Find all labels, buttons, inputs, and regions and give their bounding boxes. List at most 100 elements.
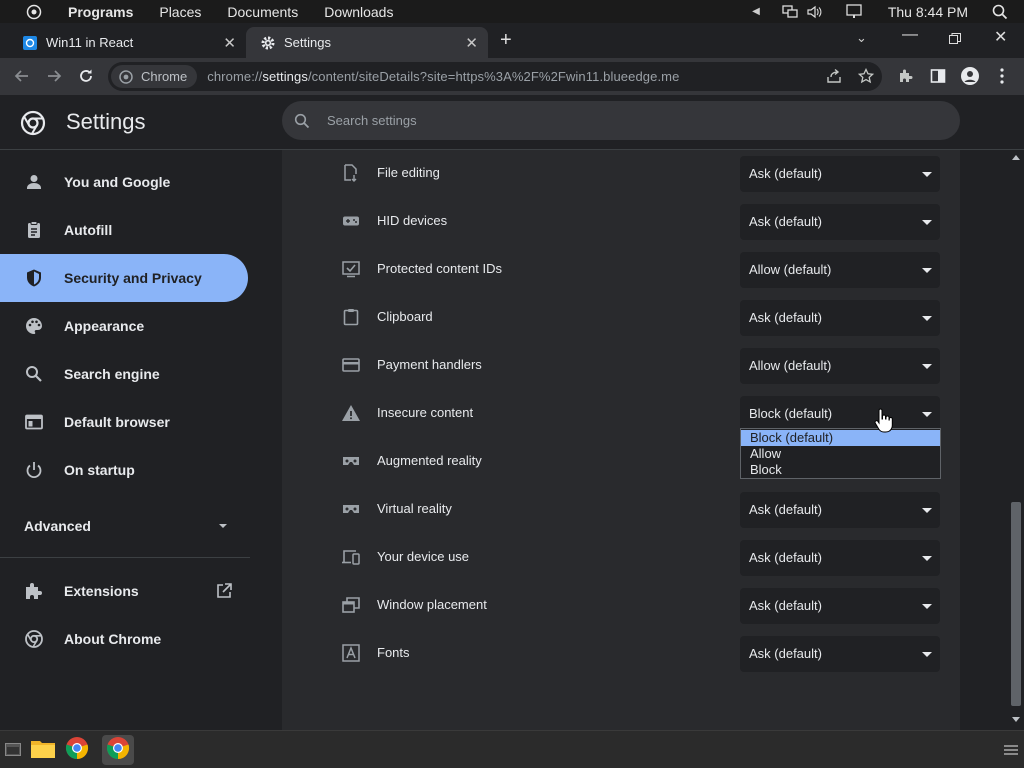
clipboard-icon — [341, 307, 361, 327]
gear-icon — [260, 35, 276, 51]
dropdown-option-allow[interactable]: Allow — [741, 446, 940, 462]
vr-headset-icon — [341, 499, 361, 519]
hand-cursor-icon — [873, 408, 893, 434]
sidebar-item-autofill[interactable]: Autofill — [0, 206, 248, 254]
profile-avatar-icon[interactable] — [960, 66, 980, 86]
dropdown-option-block-default[interactable]: Block (default) — [741, 430, 940, 446]
menu-places[interactable]: Places — [159, 4, 201, 20]
sidebar-item-default-browser[interactable]: Default browser — [0, 398, 248, 446]
tab-strip: Win11 in React ✕ Settings ✕ + ⌄ — ✕ — [0, 23, 1024, 58]
menu-programs[interactable]: Programs — [68, 4, 133, 20]
font-icon — [341, 643, 361, 663]
restore-icon[interactable] — [949, 31, 961, 44]
taskbar-file-manager[interactable] — [27, 735, 59, 765]
permission-select[interactable]: Ask (default) — [740, 300, 940, 336]
permission-row-clipboard: Clipboard Ask (default) — [282, 294, 960, 342]
notifications-icon[interactable] — [846, 4, 862, 19]
sidebar-advanced-toggle[interactable]: Advanced — [0, 510, 248, 542]
browser-icon — [24, 412, 44, 432]
sidebar-item-on-startup[interactable]: On startup — [0, 446, 248, 494]
sidebar-item-search-engine[interactable]: Search engine — [0, 350, 248, 398]
new-tab-icon[interactable]: + — [500, 29, 512, 52]
search-icon[interactable] — [992, 4, 1008, 20]
permission-select[interactable]: Allow (default) — [740, 348, 940, 384]
dropdown-arrow-icon — [922, 364, 932, 369]
palette-icon — [24, 316, 44, 336]
scrollbar-thumb[interactable] — [1011, 502, 1021, 706]
taskbar-chrome[interactable] — [61, 735, 93, 765]
permission-select[interactable]: Ask (default) — [740, 204, 940, 240]
permission-select[interactable]: Block (default) — [740, 396, 940, 432]
url-text[interactable]: chrome://settings/content/siteDetails?si… — [207, 69, 679, 84]
sidebar-item-appearance[interactable]: Appearance — [0, 302, 248, 350]
sidebar-item-extensions[interactable]: Extensions — [0, 567, 248, 615]
bookmark-star-icon[interactable] — [856, 66, 876, 86]
close-tab-icon[interactable]: ✕ — [465, 34, 478, 52]
permission-row-fonts: Fonts Ask (default) — [282, 630, 960, 678]
system-menu-bar: Programs Places Documents Downloads ◀ Th… — [0, 0, 1024, 23]
address-bar[interactable]: Chrome chrome://settings/content/siteDet… — [108, 62, 882, 91]
close-tab-icon[interactable]: ✕ — [223, 34, 236, 52]
permission-row-virtual-reality: Virtual reality Ask (default) — [282, 486, 960, 534]
chip-label: Chrome — [141, 69, 188, 84]
permission-select[interactable]: Ask (default) — [740, 588, 940, 624]
network-icon[interactable] — [782, 4, 798, 19]
dropdown-option-block[interactable]: Block — [741, 462, 940, 478]
taskbar-chrome-active[interactable] — [102, 735, 134, 765]
back-icon[interactable] — [12, 66, 32, 86]
file-edit-icon — [341, 163, 361, 183]
dropdown-arrow-icon — [922, 268, 932, 273]
system-logo-icon[interactable] — [26, 4, 42, 20]
clock-text[interactable]: Thu 8:44 PM — [888, 4, 968, 20]
sidebar-item-about-chrome[interactable]: About Chrome — [0, 615, 248, 663]
site-info-chip[interactable]: Chrome — [111, 65, 198, 88]
permission-select[interactable]: Ask (default) — [740, 492, 940, 528]
chrome-logo-icon — [119, 69, 133, 84]
search-icon — [294, 113, 310, 129]
folder-icon — [30, 737, 56, 764]
power-icon — [24, 460, 44, 480]
permission-select[interactable]: Allow (default) — [740, 252, 940, 288]
share-icon[interactable] — [824, 66, 844, 86]
permission-select[interactable]: Ask (default) — [740, 636, 940, 672]
reload-icon[interactable] — [76, 66, 96, 86]
permission-row-device-use: Your device use Ask (default) — [282, 534, 960, 582]
scroll-up-icon[interactable] — [1012, 155, 1020, 160]
warning-icon — [341, 403, 361, 423]
tab-label: Settings — [284, 35, 331, 50]
sidebar-item-you-and-google[interactable]: You and Google — [0, 158, 248, 206]
sidebar-item-security-and-privacy[interactable]: Security and Privacy — [0, 254, 248, 302]
external-link-icon — [215, 582, 233, 600]
dropdown-arrow-icon — [922, 556, 932, 561]
permission-select[interactable]: Ask (default) — [740, 156, 940, 192]
tab-settings[interactable]: Settings ✕ — [246, 27, 488, 58]
permission-select[interactable]: Ask (default) — [740, 540, 940, 576]
vr-headset-icon — [341, 451, 361, 471]
tab-search-chevron-icon[interactable]: ⌄ — [856, 30, 867, 46]
chrome-logo-icon — [20, 110, 46, 136]
side-panel-icon[interactable] — [928, 66, 948, 86]
forward-icon[interactable] — [44, 66, 64, 86]
chrome-logo-icon — [106, 736, 130, 765]
permission-row-protected-content: Protected content IDs Allow (default) — [282, 246, 960, 294]
more-menu-icon[interactable] — [992, 66, 1012, 86]
shield-icon — [24, 268, 44, 288]
taskbar-menu-icon[interactable] — [1004, 743, 1018, 755]
volume-icon[interactable] — [806, 5, 822, 19]
search-settings-input[interactable]: Search settings — [282, 101, 960, 140]
minimize-icon[interactable]: — — [902, 26, 918, 44]
tray-arrow-icon[interactable]: ◀ — [752, 6, 760, 17]
scroll-down-icon[interactable] — [1012, 717, 1020, 722]
close-window-icon[interactable]: ✕ — [994, 27, 1007, 47]
extensions-puzzle-icon[interactable] — [896, 66, 916, 86]
tab-win11[interactable]: Win11 in React ✕ — [8, 27, 246, 58]
menu-documents[interactable]: Documents — [227, 4, 298, 20]
gamepad-icon — [341, 211, 361, 231]
tab-label: Win11 in React — [46, 35, 134, 50]
dropdown-arrow-icon — [922, 220, 932, 225]
menu-downloads[interactable]: Downloads — [324, 4, 393, 20]
devices-icon — [341, 547, 361, 567]
show-desktop-icon[interactable] — [5, 743, 21, 756]
page-title: Settings — [66, 109, 146, 134]
extensions-puzzle-icon — [24, 581, 44, 601]
